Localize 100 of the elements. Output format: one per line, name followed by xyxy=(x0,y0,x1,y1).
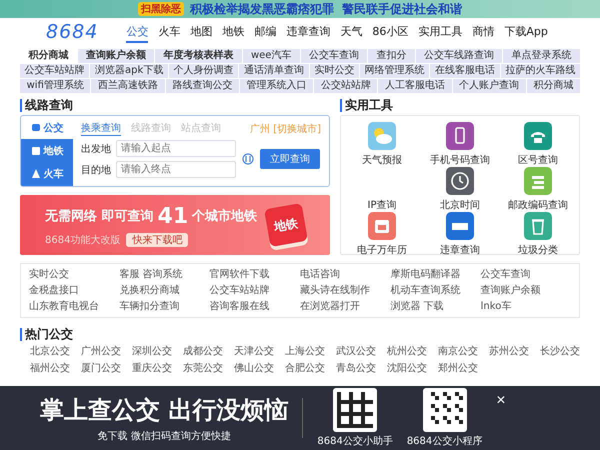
quick-link[interactable]: 积分商城 xyxy=(526,79,580,93)
text-link[interactable]: 摩斯电码翻译器 xyxy=(390,268,481,281)
city-bus-link[interactable]: 成都公交 xyxy=(183,344,223,358)
ad-number: 41 xyxy=(158,204,188,228)
text-link[interactable]: 车辆扣分查询 xyxy=(119,300,210,313)
quick-link[interactable]: 在线客服电话 xyxy=(430,64,500,78)
quick-link[interactable]: 个人身份调查 xyxy=(168,64,238,78)
quick-link[interactable]: 个人账户查询 xyxy=(452,79,526,93)
city-bus-link[interactable]: 天津公交 xyxy=(234,344,274,358)
text-link[interactable]: 官网软件下载 xyxy=(210,268,300,281)
nav-link[interactable]: 地图 xyxy=(190,22,212,42)
city-bus-link[interactable]: 上海公交 xyxy=(285,344,325,358)
text-link[interactable]: 查询账户余额 xyxy=(480,284,571,297)
city-bus-link[interactable]: 苏州公交 xyxy=(489,344,529,358)
text-link[interactable]: 公交车站站牌 xyxy=(210,284,300,297)
tool-link[interactable]: 天气预报 xyxy=(343,122,421,167)
banner-slogan: 积极检举揭发黑恶霸痞犯罪 警民联手促进社会和谐 xyxy=(190,0,462,18)
tool-link[interactable]: 手机号码查询 xyxy=(421,122,499,167)
city-bus-link[interactable]: 广州公交 xyxy=(81,344,121,358)
text-link[interactable]: 咨询客服在线 xyxy=(210,300,300,313)
field-label: 目的地 xyxy=(81,164,111,176)
city-bus-link[interactable]: 东莞公交 xyxy=(183,361,223,375)
text-link[interactable]: 机动车查询系统 xyxy=(390,284,481,297)
quick-link[interactable]: 公交站站牌 xyxy=(314,79,378,93)
quick-link[interactable]: 公交车线路查询 xyxy=(416,49,502,63)
quick-link[interactable]: 查询账户余额 xyxy=(78,49,154,63)
text-link[interactable]: 电话咨询 xyxy=(300,268,390,281)
tool-link[interactable]: 电子万年历 xyxy=(343,212,421,257)
text-link[interactable]: 在浏览器打开 xyxy=(300,300,390,313)
field-label: 出发地 xyxy=(81,142,111,156)
text-link[interactable]: 山东教育电视台 xyxy=(29,300,120,313)
swap-icon[interactable] xyxy=(242,153,254,165)
tool-link[interactable]: IP查询 xyxy=(343,167,421,212)
city-bus-link[interactable]: 重庆公交 xyxy=(132,361,172,375)
nav-link[interactable]: 下载App xyxy=(504,22,548,42)
mail-stack-icon xyxy=(524,167,552,195)
city-bus-link[interactable]: 杭州公交 xyxy=(387,344,427,358)
tool-link[interactable]: 北京时间 xyxy=(421,167,499,212)
search-tab[interactable]: 换乘查询 xyxy=(81,121,121,136)
text-link[interactable]: 浏览器 下载 xyxy=(390,300,481,313)
promo-headline: 掌上查公交 出行没烦恼 xyxy=(40,394,288,426)
nav-link[interactable]: 商情 xyxy=(472,22,494,42)
city-bus-link[interactable]: 沈阳公交 xyxy=(387,361,427,375)
nav-link[interactable]: 邮编 xyxy=(254,22,276,42)
quick-link[interactable]: 拉萨的火车路线 xyxy=(500,64,580,78)
text-link[interactable]: 实时公交 xyxy=(29,268,120,281)
tool-link[interactable]: 违章查询 xyxy=(421,212,499,257)
city-bus-link[interactable]: 长沙公交 xyxy=(540,344,580,358)
quick-link[interactable]: 年度考核表样表 xyxy=(155,49,242,63)
quick-link[interactable]: wifi管理系统 xyxy=(20,79,90,93)
quick-link[interactable]: wee汽车 xyxy=(242,49,300,63)
quick-link[interactable]: 浏览器apk下载 xyxy=(90,64,168,78)
city-bus-link[interactable]: 深圳公交 xyxy=(132,344,172,358)
nav-link[interactable]: 公交 xyxy=(126,22,148,42)
nav-link[interactable]: 86小区 xyxy=(372,22,408,42)
city-bus-link[interactable]: 北京公交 xyxy=(30,344,70,358)
quick-link[interactable]: 西兰高速铁路 xyxy=(91,79,165,93)
quick-link[interactable]: 人工客服电话 xyxy=(378,79,452,93)
text-link[interactable]: lnko车 xyxy=(480,300,571,313)
city-bus-link[interactable]: 青岛公交 xyxy=(336,361,376,375)
city-bus-link[interactable]: 佛山公交 xyxy=(234,361,274,375)
quick-link[interactable]: 单点登录系统 xyxy=(503,49,580,63)
place-field[interactable]: 请输入终点 xyxy=(116,161,236,178)
quick-link[interactable]: 管理系统入口 xyxy=(240,79,314,93)
quick-link[interactable]: 公交车查询 xyxy=(300,49,368,63)
mode-tab[interactable]: 公交 xyxy=(21,116,73,140)
text-link[interactable]: 金税盘接口 xyxy=(29,284,120,297)
close-button[interactable]: × xyxy=(496,392,506,410)
text-link[interactable]: 藏头诗在线制作 xyxy=(300,284,390,297)
text-link[interactable]: 兑换积分商城 xyxy=(119,284,210,297)
nav-link[interactable]: 天气 xyxy=(340,22,362,42)
nav-link[interactable]: 火车 xyxy=(158,22,180,42)
place-field[interactable]: 请输入起点 xyxy=(116,140,236,157)
city-bus-link[interactable]: 合肥公交 xyxy=(285,361,325,375)
quick-link[interactable]: 公交车站站牌 xyxy=(20,64,90,78)
quick-link[interactable]: 通话清单查询 xyxy=(239,64,309,78)
text-link[interactable]: 客服 咨询系统 xyxy=(119,268,210,281)
site-logo[interactable]: 8684 xyxy=(46,21,98,43)
tool-link[interactable]: 区号查询 xyxy=(499,122,577,167)
nav-link[interactable]: 地铁 xyxy=(222,22,244,42)
quick-link[interactable]: 查扣分 xyxy=(368,49,415,63)
search-button[interactable]: 立即查询 xyxy=(260,149,320,169)
nav-link[interactable]: 实用工具 xyxy=(418,22,462,42)
tool-link[interactable]: 邮政编码查询 xyxy=(499,167,577,212)
quick-link[interactable]: 网络管理系统 xyxy=(360,64,430,78)
metro-icon xyxy=(30,146,40,156)
city-bus-link[interactable]: 武汉公交 xyxy=(336,344,376,358)
tool-link[interactable]: 垃圾分类 xyxy=(499,212,577,257)
download-button[interactable]: 快来下载吧 xyxy=(126,232,188,246)
qr-label: 8684公交小程序 xyxy=(406,434,482,448)
metro-ad-banner[interactable]: 无需网络 即可查询 41 个城市地铁 8684功能大改版 快来下载吧 地铁 xyxy=(20,195,330,255)
quick-link[interactable]: 实时公交 xyxy=(310,64,359,78)
nav-link[interactable]: 违章查询 xyxy=(286,22,330,42)
city-bus-link[interactable]: 厦门公交 xyxy=(81,361,121,375)
qr-label: 8684公交小助手 xyxy=(317,434,393,448)
city-bus-link[interactable]: 福州公交 xyxy=(30,361,70,375)
city-bus-link[interactable]: 南京公交 xyxy=(438,344,478,358)
quick-link[interactable]: 路线查询公交 xyxy=(166,79,239,93)
city-bus-link[interactable]: 郑州公交 xyxy=(438,361,478,375)
text-link[interactable]: 公交车查询 xyxy=(480,268,571,281)
